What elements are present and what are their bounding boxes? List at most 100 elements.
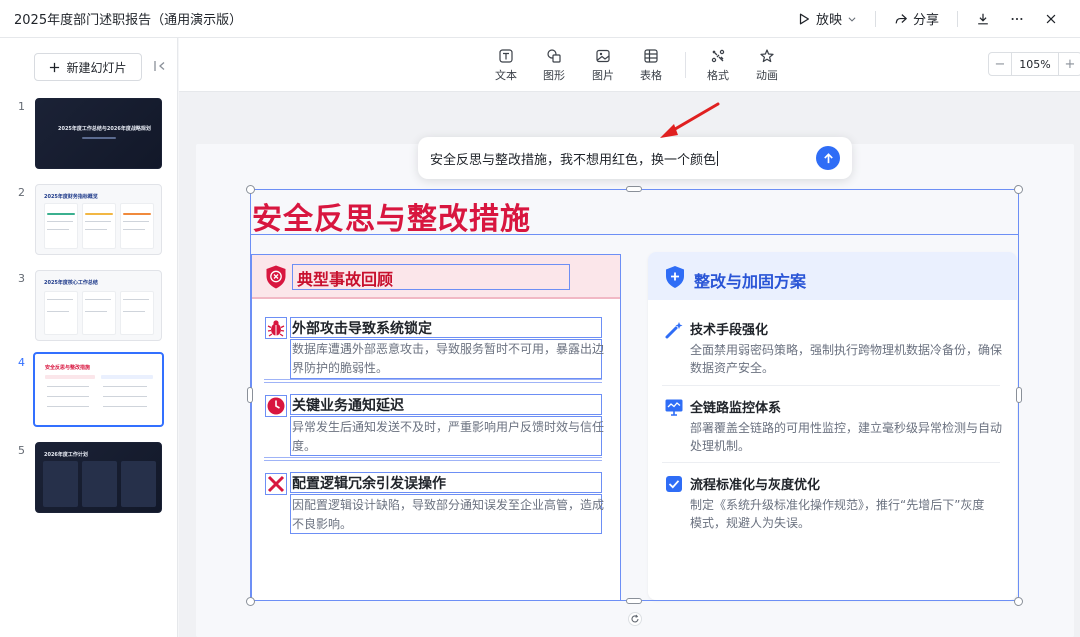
accident-item-desc-line[interactable]: 数据库遭遇外部恶意攻击，导致服务暂时不可用，暴露出边 [292,339,604,359]
insert-table-tool[interactable]: 表格 [631,48,671,83]
resize-handle-bottom[interactable] [626,598,642,604]
thumbnail-line [103,396,147,397]
shield-plus-icon [666,266,684,288]
text-tool-label: 文本 [495,69,517,82]
checkbox-checked-icon [666,476,682,492]
resize-handle-top-right[interactable] [1014,185,1023,194]
share-button[interactable]: 分享 [886,5,947,32]
format-painter-icon [711,49,725,63]
send-button[interactable] [816,146,840,170]
thumbnail-line [47,396,89,397]
insert-image-tool[interactable]: 图片 [583,48,623,83]
thumbnail-card [120,291,154,335]
annotation-arrow-icon [660,102,720,138]
resize-handle-bottom-right[interactable] [1014,597,1023,606]
slide-thumbnail[interactable]: 2025年度工作总结与2026年度战略规划 [35,98,162,169]
accident-item-title[interactable]: 外部攻击导致系统锁定 [292,318,432,338]
thumbnail-card [82,291,116,335]
resize-handle-bottom-left[interactable] [246,597,255,606]
thumbnail-line [85,229,107,230]
slide-thumbnail-row[interactable]: 5 2026年度工作计划 [0,442,178,518]
share-icon [895,13,907,23]
slide-thumbnail[interactable]: 2025年度核心工作总结 [35,270,162,341]
new-slide-button[interactable]: 新建幻灯片 [34,53,142,81]
ai-prompt-input[interactable]: 安全反思与整改措施，我不想用红色，换一个颜色 [430,149,719,168]
remediation-item-desc-line[interactable]: 部署覆盖全链路的可用性监控，建立毫秒级异常检测与自动 [690,418,1008,438]
present-button[interactable]: 放映 [789,5,865,32]
resize-handle-left[interactable] [247,387,253,403]
resize-handle-top[interactable] [626,186,642,192]
thumbnail-line [47,311,69,312]
remediation-item-desc-line[interactable]: 制定《系统升级标准化操作规范》，推行“先增后下”灰度 [690,495,1008,515]
slide-thumbnail[interactable]: 2025年度财务指标概览 [35,184,162,255]
accident-review-title[interactable]: 典型事故回顾 [297,266,393,290]
image-tool-label: 图片 [592,69,614,82]
accident-item-title[interactable]: 配置逻辑冗余引发误操作 [292,473,446,493]
remediation-item-title[interactable]: 全链路监控体系 [690,397,781,416]
thumbnail-title: 2025年度工作总结与2026年度战略规划 [58,126,151,132]
thumbnail-line [103,406,147,407]
download-button[interactable] [968,8,998,30]
document-title[interactable]: 2025年度部门述职报告（通用演示版） [14,9,789,28]
remediation-item-desc-line[interactable]: 全面禁用弱密码策略，强制执行跨物理机数据冷备份，确保 [690,340,1008,360]
slide-number: 3 [18,272,25,285]
remediation-item-title[interactable]: 技术手段强化 [690,319,768,338]
insert-text-tool[interactable]: 文本 [486,48,526,83]
accident-item-desc-line[interactable]: 度。 [292,436,316,456]
remediation-item-desc-line[interactable]: 数据资产安全。 [690,358,1008,378]
thumbnail-bar [82,137,116,139]
resize-handle-right[interactable] [1016,387,1022,403]
zoom-out-button[interactable]: − [989,53,1011,75]
slide-thumbnail-active[interactable]: 安全反思与整改措施 [33,352,164,427]
zoom-in-button[interactable]: + [1059,53,1080,75]
animation-tool[interactable]: 动画 [747,48,787,83]
play-icon [799,13,809,24]
accident-item-desc-line[interactable]: 界防护的脆弱性。 [292,358,388,378]
accident-item-desc-line[interactable]: 因配置逻辑设计缺陷，导致部分通知误发至企业高管，造成 [292,495,604,515]
thumbnail-card [120,203,154,249]
present-label: 放映 [815,13,842,28]
accident-item-title[interactable]: 关键业务通知延迟 [292,395,404,415]
remediation-item-desc-line[interactable]: 模式，规避人为失误。 [690,513,1008,533]
title-bar: 2025年度部门述职报告（通用演示版） 放映 分享 [0,0,1080,38]
table-tool-label: 表格 [640,69,662,82]
slide-thumbnail-row-active[interactable]: 4 安全反思与整改措施 [0,352,178,430]
thumbnail-line [85,221,111,222]
remediation-item-desc-line[interactable]: 处理机制。 [690,436,1008,456]
ai-prompt-box[interactable]: 安全反思与整改措施，我不想用红色，换一个颜色 [418,137,852,179]
thumbnail-title: 2025年度核心工作总结 [44,280,98,286]
slide-title[interactable]: 安全反思与整改措施 [252,194,531,238]
slide-thumbnail-row[interactable]: 3 2025年度核心工作总结 [0,270,178,346]
animation-icon [760,49,774,63]
slide-thumbnail[interactable]: 2026年度工作计划 [35,442,162,513]
shield-x-icon [266,265,286,289]
rotate-icon[interactable] [628,612,642,626]
format-tool[interactable]: 格式 [698,48,738,83]
thumbnail-title: 2026年度工作计划 [44,452,88,458]
remediation-item-title[interactable]: 流程标准化与灰度优化 [690,474,820,493]
zoom-level[interactable]: 105% [1011,53,1059,75]
thumbnail-bar [47,213,75,215]
more-icon [1011,17,1023,20]
insert-shape-tool[interactable]: 图形 [534,48,574,83]
chevron-down-icon [848,16,856,22]
slide-number: 4 [18,356,25,369]
slide-thumbnail-row[interactable]: 1 2025年度工作总结与2026年度战略规划 [0,98,178,174]
accident-item-desc-line[interactable]: 不良影响。 [292,514,352,534]
slide-thumbnail-row[interactable]: 2 2025年度财务指标概览 [0,184,178,260]
thumbnail-line [47,406,89,407]
accident-item-desc-line[interactable]: 异常发生后通知发送不及时，严重影响用户反馈时效与信任 [292,417,604,437]
more-button[interactable] [1002,8,1032,30]
slide-number: 5 [18,444,25,457]
thumbnail-title: 安全反思与整改措施 [45,365,91,371]
thumbnail-line [47,386,89,387]
prompt-text: 安全反思与整改措施，我不想用红色，换一个颜色 [430,153,717,168]
close-button[interactable] [1036,8,1066,30]
remediation-title[interactable]: 整改与加固方案 [694,268,806,292]
thumbnail-line [103,386,147,387]
image-icon [596,49,610,63]
title-bar-actions: 放映 分享 [789,5,1066,32]
thumbnail-card [44,291,78,335]
collapse-panel-icon[interactable] [153,59,167,73]
resize-handle-top-left[interactable] [246,185,255,194]
